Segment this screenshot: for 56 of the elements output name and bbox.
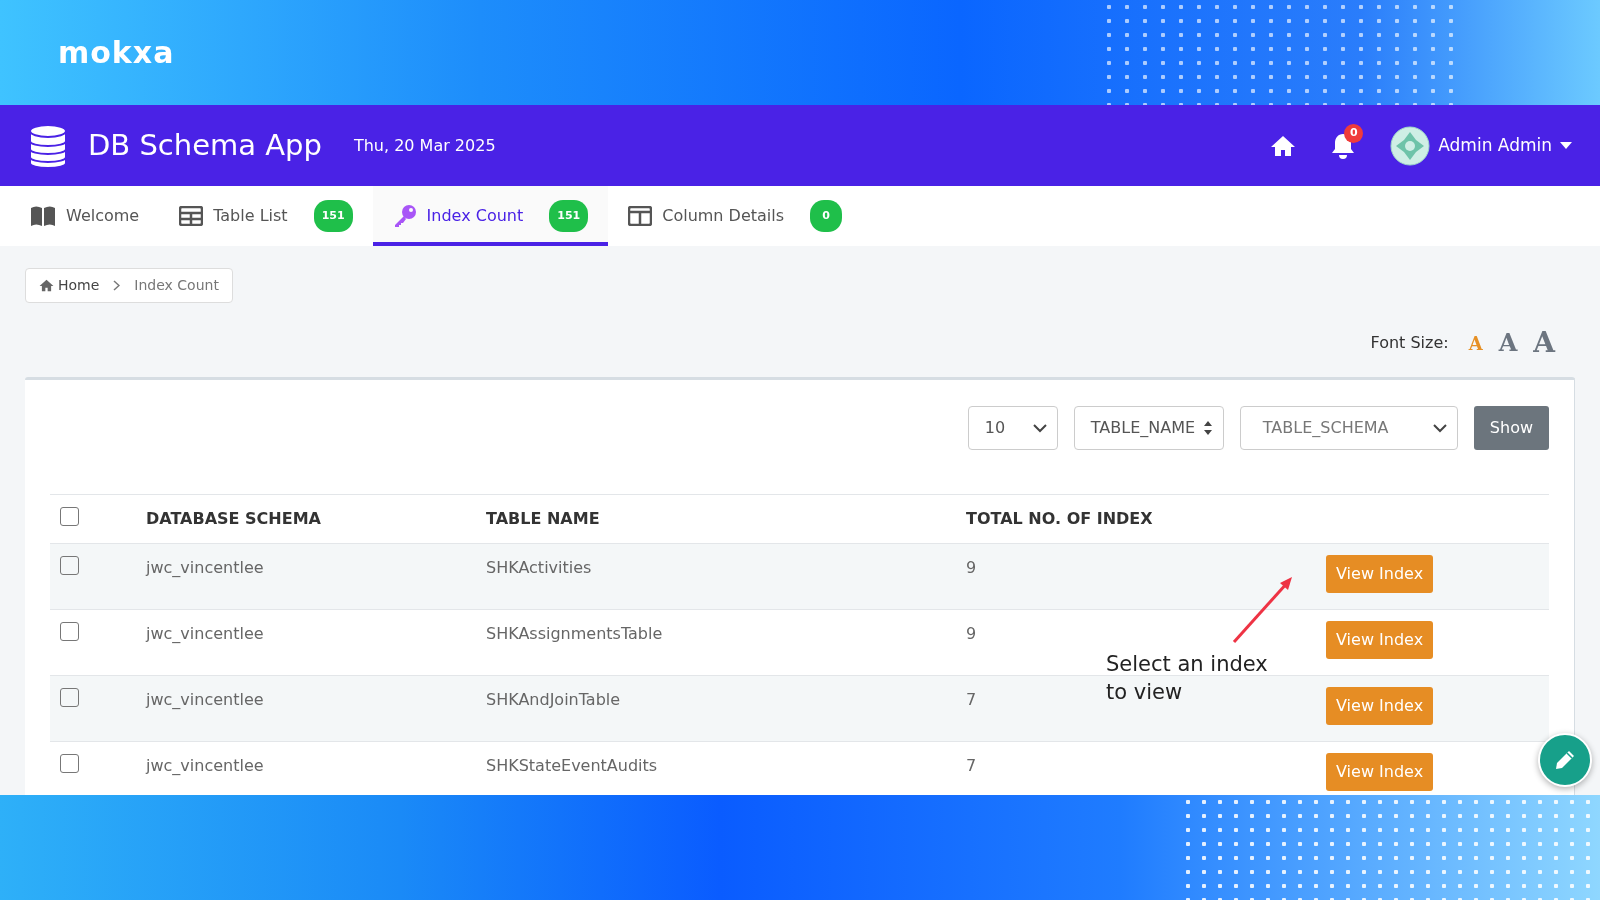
select-all-checkbox[interactable] bbox=[60, 507, 79, 526]
column-header: TOTAL NO. OF INDEX bbox=[966, 509, 1153, 528]
table-icon bbox=[179, 206, 204, 226]
view-index-button[interactable]: View Index bbox=[1326, 621, 1434, 659]
table-cell: 9 bbox=[966, 558, 977, 577]
chevron-down-icon bbox=[1032, 423, 1047, 433]
breadcrumb-current: Index Count bbox=[134, 276, 219, 295]
table-cell: jwc_vincentlee bbox=[146, 558, 264, 577]
brand-logo: mokxa bbox=[58, 34, 175, 72]
key-icon bbox=[392, 204, 417, 228]
row-checkbox[interactable] bbox=[60, 556, 79, 575]
user-menu[interactable]: Admin Admin bbox=[1438, 132, 1572, 159]
pencil-icon bbox=[1553, 748, 1577, 772]
avatar-icon[interactable] bbox=[1390, 125, 1431, 166]
view-index-button[interactable]: View Index bbox=[1326, 753, 1434, 791]
table-cell: SHKAndJoinTable bbox=[486, 690, 621, 709]
font-size-option[interactable]: A bbox=[1533, 322, 1555, 364]
caret-icon bbox=[1560, 142, 1572, 149]
chevron-down-icon bbox=[1432, 423, 1447, 433]
column-header: DATABASE SCHEMA bbox=[146, 509, 321, 528]
home-icon[interactable] bbox=[1270, 134, 1297, 157]
view-index-button[interactable]: View Index bbox=[1326, 687, 1434, 725]
table-cell: SHKAssignmentsTable bbox=[486, 624, 663, 643]
show-button[interactable]: Show bbox=[1473, 406, 1549, 450]
current-date: Thu, 20 Mar 2025 bbox=[353, 134, 496, 157]
row-checkbox[interactable] bbox=[60, 622, 79, 641]
column-header: TABLE NAME bbox=[486, 509, 600, 528]
nav-tab[interactable]: Index Count 151 bbox=[372, 186, 609, 246]
count-badge: 0 bbox=[810, 199, 843, 233]
annotation-text: Select an index to view bbox=[1106, 651, 1269, 707]
page-size-select[interactable]: 10 bbox=[967, 406, 1058, 450]
table-cell: 9 bbox=[966, 624, 977, 643]
book-icon bbox=[30, 205, 56, 227]
columns-icon bbox=[628, 206, 653, 226]
row-checkbox[interactable] bbox=[60, 688, 79, 707]
table-cell: jwc_vincentlee bbox=[146, 624, 264, 643]
table-cell: 7 bbox=[966, 690, 977, 709]
table-cell: jwc_vincentlee bbox=[146, 756, 264, 775]
home-icon bbox=[39, 279, 54, 292]
schema-select[interactable]: TABLE_SCHEMA bbox=[1239, 406, 1458, 450]
chevron-right-icon bbox=[113, 280, 121, 291]
sort-icon bbox=[1202, 420, 1213, 436]
table-cell: SHKActivities bbox=[486, 558, 592, 577]
row-checkbox[interactable] bbox=[60, 754, 79, 773]
table-cell: SHKStateEventAudits bbox=[486, 756, 658, 775]
count-badge: 151 bbox=[549, 199, 589, 233]
sort-field-select[interactable]: TABLE_NAME bbox=[1073, 406, 1224, 450]
app-title: DB Schema App bbox=[88, 126, 322, 164]
breadcrumb-link[interactable]: Home bbox=[58, 275, 100, 296]
font-size-option[interactable]: A bbox=[1498, 325, 1518, 361]
table-cell: 7 bbox=[966, 756, 977, 775]
font-size-label: Font Size: bbox=[1370, 332, 1449, 354]
notification-count-badge: 0 bbox=[1344, 123, 1364, 143]
table-cell: jwc_vincentlee bbox=[146, 690, 264, 709]
view-index-button[interactable]: View Index bbox=[1326, 555, 1434, 593]
count-badge: 151 bbox=[313, 199, 353, 233]
